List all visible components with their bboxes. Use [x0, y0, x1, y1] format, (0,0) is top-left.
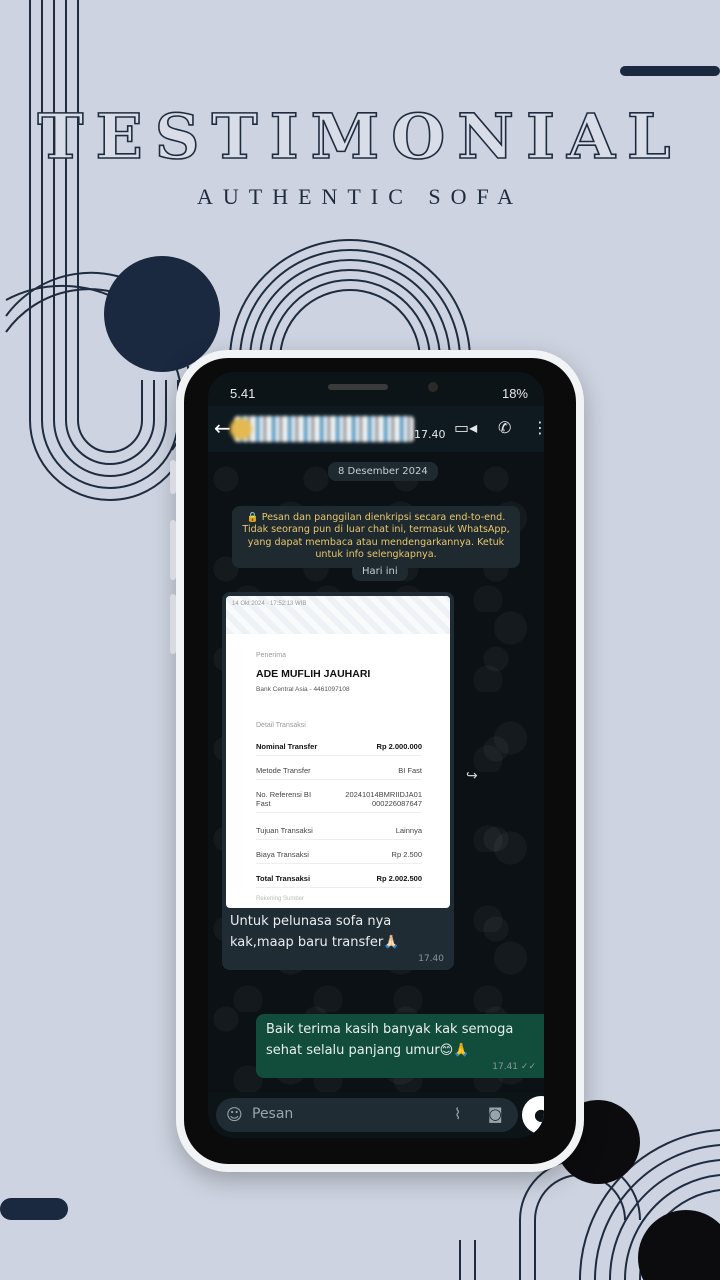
chat-area[interactable]: 8 Desember 2024 🔒 Pesan dan panggilan di… — [208, 452, 544, 1134]
receipt-row-value: 20241014BMRIIDJA01 000226087647 — [345, 790, 422, 808]
detail-section-label: Detail Transaksi — [256, 722, 306, 729]
receipt-timestamp: 14 Okt 2024 · 17:52:13 WIB — [232, 601, 307, 607]
receipt-row-value: Rp 2.000.000 — [376, 742, 422, 751]
header-time: 17.40 — [414, 428, 446, 441]
outgoing-message[interactable]: Baik terima kasih banyak kak semoga seha… — [256, 1014, 544, 1078]
receipt-row-value: Rp 2.002.500 — [376, 874, 422, 883]
forward-icon[interactable]: ↪ — [466, 768, 478, 784]
receipt-row: Metode Transfer BI Fast — [256, 766, 422, 780]
receipt-row-value: BI Fast — [398, 766, 422, 775]
video-call-icon[interactable]: ▭◂ — [454, 418, 477, 437]
phone-frame: 5.41 18% ← 17.40 ▭◂ ✆ ⋮ 8 Desember 2024 … — [170, 350, 584, 1172]
receipt-row: No. Referensi BI Fast 20241014BMRIIDJA01 … — [256, 790, 422, 813]
back-arrow-icon[interactable]: ← — [214, 416, 231, 440]
camera-icon[interactable]: ◙ — [488, 1105, 503, 1123]
status-bar: 5.41 18% — [208, 372, 544, 406]
incoming-message[interactable]: 14 Okt 2024 · 17:52:13 WIB Penerima ADE … — [222, 592, 454, 970]
mic-button-icon[interactable]: ● — [522, 1096, 544, 1134]
receipt-row: Biaya Transaksi Rp 2.500 — [256, 850, 422, 864]
phone-side-button — [170, 594, 176, 654]
recipient-label: Penerima — [256, 652, 286, 659]
receipt-footer-faded: Rekening Sumber — [256, 896, 305, 902]
message-text: Baik terima kasih banyak kak semoga seha… — [266, 1022, 514, 1058]
recipient-name: ADE MUFLIH JAUHARI — [256, 668, 371, 680]
battery-level: 18% — [501, 386, 528, 401]
poster-subtitle: AUTHENTIC SOFA — [197, 184, 523, 209]
emoji-icon[interactable]: ☺ — [226, 1105, 243, 1124]
status-time: 5.41 — [230, 386, 256, 401]
message-time: 17.40 — [418, 953, 444, 964]
receipt-row-label: Tujuan Transaksi — [256, 826, 313, 835]
phone-side-button — [170, 520, 176, 580]
message-composer[interactable]: ☺ Pesan ⌇ ◙ — [216, 1098, 518, 1132]
receipt-row-value: Rp 2.500 — [391, 850, 422, 859]
phone-side-button — [170, 460, 176, 494]
message-time: 17.41 — [492, 1061, 519, 1072]
message-input[interactable]: Pesan — [252, 1106, 293, 1122]
poster-title: TESTIMONIAL — [37, 99, 683, 174]
today-pill: Hari ini — [352, 562, 408, 581]
more-vert-icon[interactable]: ⋮ — [532, 418, 544, 437]
whatsapp-screen: 5.41 18% ← 17.40 ▭◂ ✆ ⋮ 8 Desember 2024 … — [208, 372, 544, 1138]
receipt-row: Total Transaksi Rp 2.002.500 — [256, 874, 422, 888]
encryption-notice[interactable]: 🔒 Pesan dan panggilan dienkripsi secara … — [232, 506, 520, 568]
front-camera-icon — [428, 382, 438, 392]
attach-icon[interactable]: ⌇ — [454, 1105, 461, 1123]
message-time-read: 17.41 ✓✓ — [266, 1062, 542, 1074]
chat-header: ← 17.40 ▭◂ ✆ ⋮ — [208, 406, 544, 452]
message-caption: Untuk pelunasa sofa nya kak,maap baru tr… — [230, 914, 400, 950]
date-pill: 8 Desember 2024 — [328, 462, 438, 481]
receipt-row-label: Metode Transfer — [256, 766, 311, 775]
contact-name-redacted[interactable] — [234, 416, 414, 442]
receipt-row: Nominal Transfer Rp 2.000.000 — [256, 742, 422, 756]
recipient-bank: Bank Central Asia - 4461097108 — [256, 686, 350, 693]
phone-icon[interactable]: ✆ — [498, 418, 511, 437]
receipt-row-value: Lainnya — [395, 826, 422, 835]
receipt-row-label: Biaya Transaksi — [256, 850, 309, 859]
receipt-row-label: Total Transaksi — [256, 874, 311, 883]
read-ticks-icon: ✓✓ — [520, 1061, 536, 1072]
receipt-row-label: No. Referensi BI Fast — [256, 790, 312, 808]
receipt-row-label: Nominal Transfer — [256, 742, 318, 751]
transfer-receipt-image[interactable]: 14 Okt 2024 · 17:52:13 WIB Penerima ADE … — [226, 596, 450, 908]
speaker-grille — [328, 384, 388, 390]
receipt-row: Tujuan Transaksi Lainnya — [256, 826, 422, 840]
phone-bezel: 5.41 18% ← 17.40 ▭◂ ✆ ⋮ 8 Desember 2024 … — [184, 358, 576, 1164]
